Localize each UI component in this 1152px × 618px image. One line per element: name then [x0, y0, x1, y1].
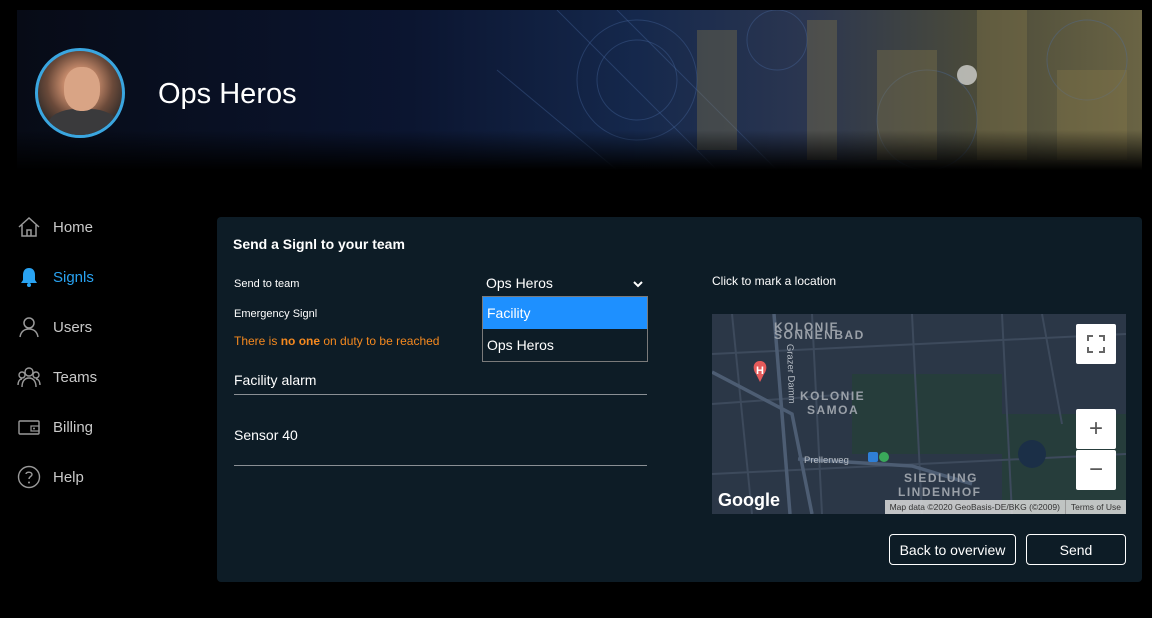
map-street-label: Prellerweg [804, 455, 849, 466]
team-option-facility[interactable]: Facility [483, 297, 647, 329]
map-street-label: Grazer Damm [784, 344, 797, 404]
on-duty-warning: There is no one on duty to be reached [234, 334, 440, 348]
sidebar-item-teams[interactable]: Teams [17, 364, 97, 390]
sidebar-item-signls[interactable]: Signls [17, 264, 94, 290]
terms-of-use-link[interactable]: Terms of Use [1064, 500, 1126, 514]
map-label: Click to mark a location [712, 274, 837, 288]
fullscreen-icon [1087, 335, 1105, 353]
map-place-label: SONNENBAD [774, 328, 865, 342]
map-attribution: Map data ©2020 GeoBasis-DE/BKG (©2009) T… [884, 500, 1126, 514]
back-to-overview-button[interactable]: Back to overview [889, 534, 1016, 565]
map-streets: KOLONIE SONNENBAD KOLONIE SAMOA SIEDLUNG… [712, 314, 1126, 514]
zoom-in-button[interactable]: + [1076, 409, 1116, 449]
google-logo: Google [718, 490, 780, 510]
help-icon [17, 465, 41, 489]
location-map[interactable]: KOLONIE SONNENBAD KOLONIE SAMOA SIEDLUNG… [712, 314, 1126, 514]
page-title: Ops Heros [158, 78, 297, 110]
panel-title: Send a Signl to your team [233, 236, 405, 252]
avatar[interactable] [35, 48, 125, 138]
team-dropdown: Facility Ops Heros [482, 296, 648, 362]
team-select-value: Ops Heros [486, 275, 553, 291]
team-icon [17, 365, 41, 389]
message-field[interactable]: Sensor 40 [234, 427, 647, 466]
team-select[interactable]: Ops Heros [486, 275, 646, 297]
bell-icon [17, 265, 41, 289]
map-place-label: LINDENHOF [898, 485, 982, 499]
send-button[interactable]: Send [1026, 534, 1126, 565]
send-signl-panel: Send a Signl to your team Send to team E… [217, 217, 1142, 582]
map-place-label: SIEDLUNG [904, 471, 978, 485]
zoom-out-button[interactable]: − [1076, 450, 1116, 490]
map-place-label: SAMOA [807, 403, 859, 417]
s-bahn-icon [879, 452, 889, 462]
map-place-label: KOLONIE [800, 389, 865, 403]
send-to-team-label: Send to team [234, 278, 300, 290]
fullscreen-button[interactable] [1076, 324, 1116, 364]
svg-text:H: H [756, 365, 764, 377]
team-option-ops-heros[interactable]: Ops Heros [483, 329, 647, 361]
sidebar-item-help[interactable]: Help [17, 464, 84, 490]
wallet-icon [17, 415, 41, 439]
subject-field[interactable]: Facility alarm [234, 372, 647, 395]
transit-icon [868, 452, 878, 462]
sidebar-item-billing[interactable]: Billing [17, 414, 93, 440]
chevron-down-icon [632, 278, 644, 292]
sidebar-item-users[interactable]: Users [17, 314, 92, 340]
sidebar-item-home[interactable]: Home [17, 214, 93, 240]
home-icon [17, 215, 41, 239]
emergency-signl-label: Emergency Signl [234, 308, 318, 320]
user-icon [17, 315, 41, 339]
